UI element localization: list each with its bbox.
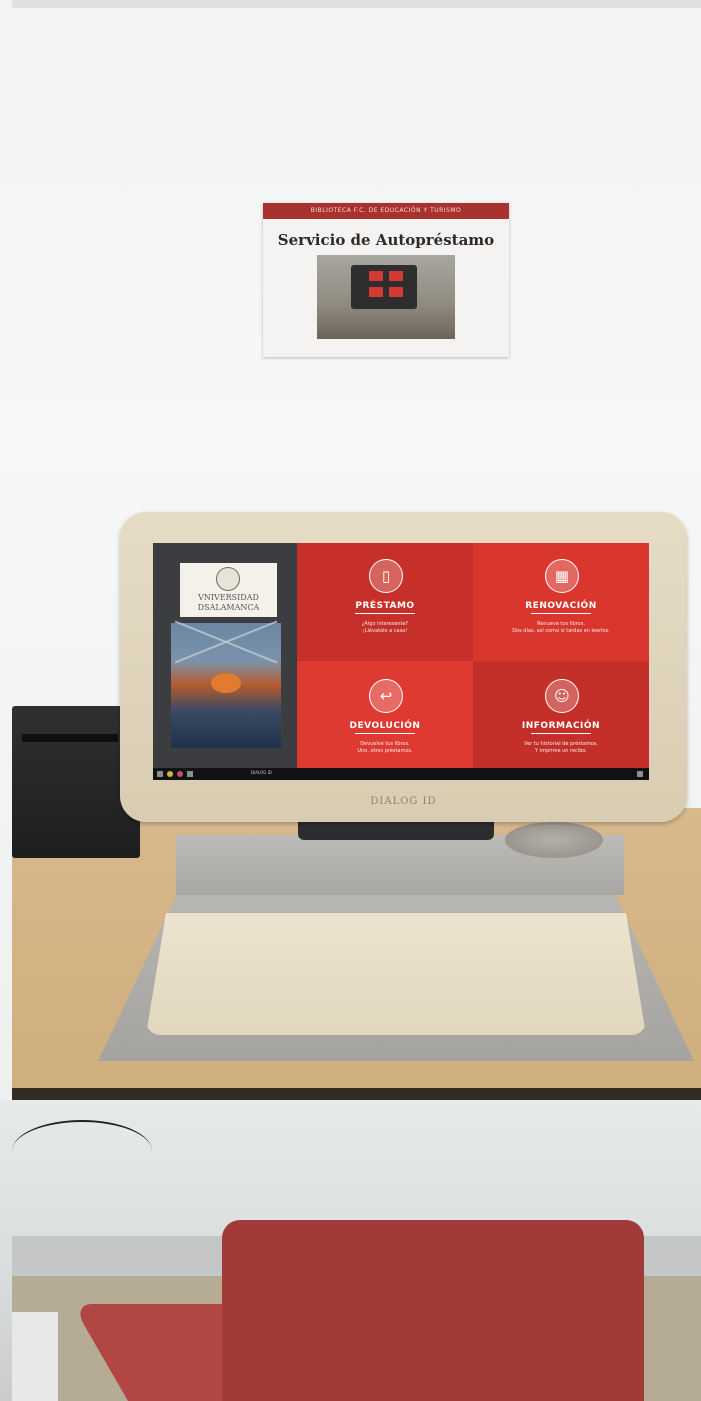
bin: [12, 1312, 58, 1401]
printer-slot: [22, 734, 118, 742]
folder-icon[interactable]: [187, 771, 193, 777]
poster-header: BIBLIOTECA F.C. DE EDUCACIÓN Y TURISMO: [263, 203, 509, 219]
app-icon[interactable]: [167, 771, 173, 777]
tile-underline: [355, 733, 415, 734]
tile-underline: [531, 733, 591, 734]
tile-underline: [531, 613, 591, 614]
book-icon: ▯: [369, 559, 403, 593]
chair: [222, 1220, 644, 1401]
tile-title: DEVOLUCIÓN: [349, 721, 421, 731]
library-photo: [171, 620, 281, 748]
user-icon: ☺: [545, 679, 579, 713]
poster-photo-screen: [351, 265, 417, 309]
desk-edge: [12, 1088, 701, 1100]
rfid-pad[interactable]: [146, 913, 646, 1035]
tile-underline: [355, 613, 415, 614]
logo-line-2: DSALAMANCA: [197, 603, 260, 612]
tile-title: RENOVACIÓN: [525, 601, 597, 611]
university-seal-icon: [216, 567, 240, 591]
tile-desc: Renueva tus libros.: [537, 621, 585, 627]
tile-desc: Ver tu historial de préstamos.: [524, 741, 598, 747]
tile-title: PRÉSTAMO: [355, 601, 415, 611]
calendar-icon: ▦: [545, 559, 579, 593]
cable: [12, 1120, 152, 1182]
ceiling-edge: [12, 0, 701, 8]
tile-desc: ¿Algo interesante?: [361, 621, 409, 627]
tile-desc: Dos días, así como si tardas en leerlos.: [512, 628, 610, 634]
left-panel: VNIVERSIDAD DSALAMANCA: [153, 543, 297, 768]
app-icon[interactable]: [177, 771, 183, 777]
tile-title: INFORMACIÓN: [521, 721, 601, 731]
poster-title: Servicio de Autopréstamo: [277, 231, 495, 249]
photo-sculpture: [211, 673, 241, 693]
start-icon[interactable]: [157, 771, 163, 777]
brand-label: DIALOG ID: [370, 796, 437, 807]
kiosk-screen: VNIVERSIDAD DSALAMANCA ▯ PRÉSTAMO ¿Algo …: [153, 543, 649, 780]
card-reader[interactable]: [505, 822, 603, 858]
notification-icon[interactable]: [637, 771, 643, 777]
tile-desc: Uno, otros préstamos.: [357, 748, 413, 754]
poster-photo: [317, 255, 455, 339]
university-logo: VNIVERSIDAD DSALAMANCA: [180, 563, 277, 617]
taskbar: DIALOG ID: [153, 768, 649, 780]
tile-devolucion[interactable]: ↩ DEVOLUCIÓN Devuelve tus libros. Uno, o…: [297, 661, 473, 768]
logo-line-1: VNIVERSIDAD: [198, 593, 259, 602]
tile-prestamo[interactable]: ▯ PRÉSTAMO ¿Algo interesante? ¡Llévatelo…: [297, 543, 473, 661]
poster-photo-tile: [369, 287, 383, 297]
tile-desc: Y imprime un recibo.: [535, 748, 587, 754]
tile-informacion[interactable]: ☺ INFORMACIÓN Ver tu historial de présta…: [473, 661, 649, 768]
taskbar-label: DIALOG ID: [251, 770, 272, 775]
poster-photo-tile: [369, 271, 383, 281]
tile-desc: Devuelve tus libros.: [360, 741, 410, 747]
tile-desc: ¡Llévatelo a casa!: [362, 628, 408, 634]
poster-photo-tile: [389, 271, 403, 281]
poster: BIBLIOTECA F.C. DE EDUCACIÓN Y TURISMO S…: [263, 203, 509, 357]
poster-photo-tile: [389, 287, 403, 297]
return-icon: ↩: [369, 679, 403, 713]
tile-renovacion[interactable]: ▦ RENOVACIÓN Renueva tus libros. Dos día…: [473, 543, 649, 661]
